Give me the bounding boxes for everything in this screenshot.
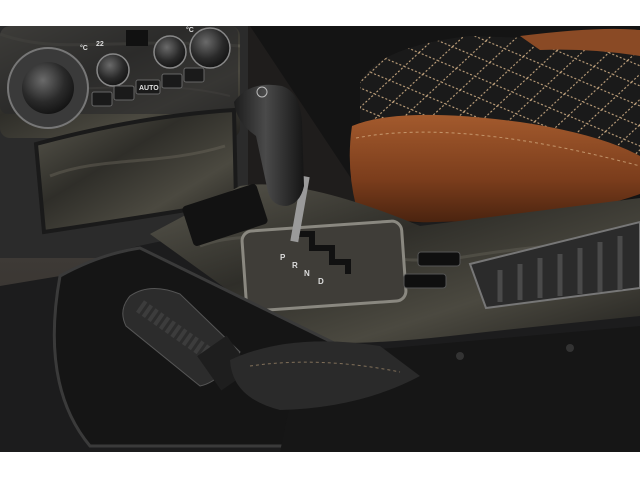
vent-grille bbox=[126, 30, 148, 46]
fan-knob[interactable] bbox=[96, 53, 130, 87]
ac-button[interactable] bbox=[161, 73, 183, 89]
fan-speed-button[interactable] bbox=[183, 67, 205, 83]
temp-mark-1: °C bbox=[80, 44, 88, 52]
recirculate-button[interactable] bbox=[113, 85, 135, 101]
gear-n: N bbox=[304, 269, 310, 278]
temperature-knob-right[interactable] bbox=[189, 27, 231, 69]
mode-knob[interactable] bbox=[153, 35, 187, 69]
gear-r: R bbox=[292, 261, 298, 270]
gear-p: P bbox=[280, 253, 286, 262]
temp-mark-3: °C bbox=[186, 26, 194, 34]
gear-selector-gate: P R N D bbox=[240, 219, 408, 313]
auto-button-label: AUTO bbox=[139, 85, 159, 92]
console-switch-2[interactable] bbox=[403, 273, 447, 289]
gear-d: D bbox=[318, 277, 324, 286]
temp-mark-2: 22 bbox=[96, 41, 104, 48]
defrost-button[interactable] bbox=[91, 91, 113, 107]
car-interior-photo: °C 22 °C AUTO P R N D bbox=[0, 26, 640, 452]
console-switch-1[interactable] bbox=[417, 251, 461, 267]
